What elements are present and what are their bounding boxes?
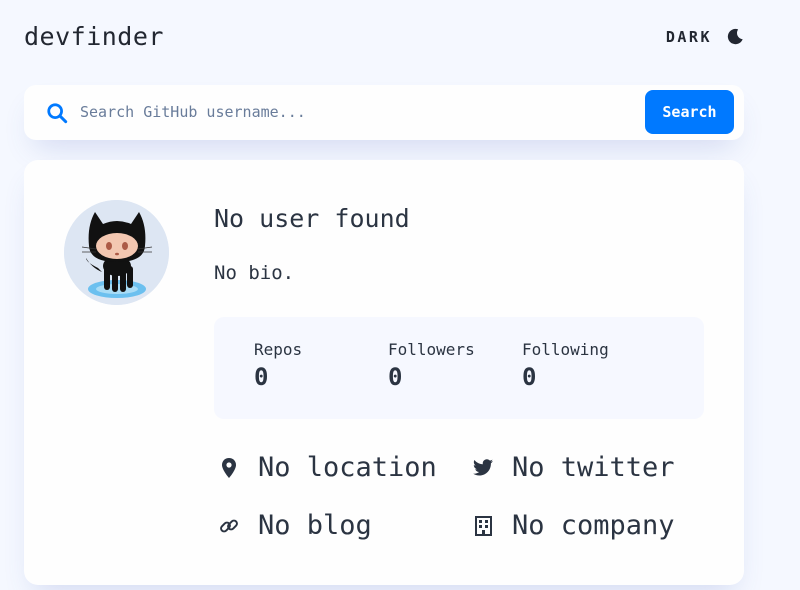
user-name: No user found xyxy=(214,204,410,233)
theme-toggle[interactable]: DARK xyxy=(666,28,744,46)
stat-label: Following xyxy=(522,340,609,359)
stat-followers: Followers 0 xyxy=(388,340,475,391)
search-icon xyxy=(47,103,68,124)
app-logo: devfinder xyxy=(24,22,164,51)
blog-text: No blog xyxy=(258,510,372,541)
info-company: No company xyxy=(472,510,675,541)
theme-toggle-label: DARK xyxy=(665,28,712,46)
moon-icon xyxy=(727,28,743,45)
stats-panel: Repos 0 Followers 0 Following 0 xyxy=(214,317,704,419)
building-icon xyxy=(472,515,494,537)
search-input[interactable] xyxy=(80,97,640,127)
twitter-icon xyxy=(472,457,494,479)
company-text: No company xyxy=(512,510,675,541)
location-text: No location xyxy=(258,452,437,483)
info-location: No location xyxy=(218,452,437,483)
info-blog: No blog xyxy=(218,510,372,541)
search-bar: Search xyxy=(24,85,744,140)
stat-value: 0 xyxy=(388,363,403,391)
profile-card: No user found No bio. Repos 0 Followers … xyxy=(24,160,744,585)
stat-value: 0 xyxy=(522,363,537,391)
stat-label: Repos xyxy=(254,340,303,359)
info-twitter: No twitter xyxy=(472,452,675,483)
link-icon xyxy=(218,515,240,537)
search-button[interactable]: Search xyxy=(645,90,734,134)
location-pin-icon xyxy=(218,457,240,479)
app-header: devfinder DARK xyxy=(24,20,744,56)
stat-value: 0 xyxy=(254,363,269,391)
github-octocat-avatar xyxy=(64,200,169,305)
stat-repos: Repos 0 xyxy=(254,340,302,391)
stat-label: Followers xyxy=(388,340,475,359)
user-bio: No bio. xyxy=(214,262,295,284)
twitter-text: No twitter xyxy=(512,452,675,483)
stat-following: Following 0 xyxy=(522,340,609,391)
